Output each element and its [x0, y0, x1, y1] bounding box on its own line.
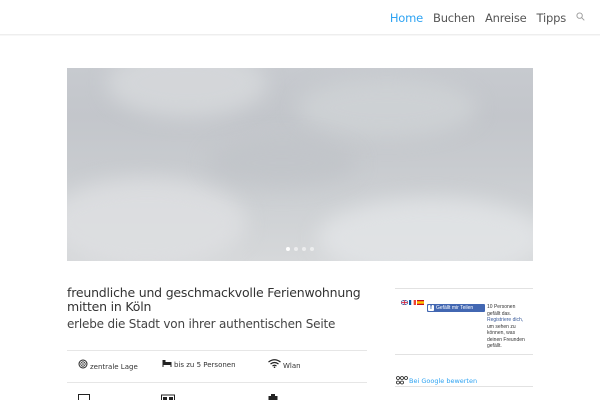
google-review-icon [396, 372, 408, 390]
bed-icon [162, 359, 172, 369]
bag-icon [268, 391, 278, 400]
nav-item-tipps[interactable]: Tipps [537, 11, 567, 25]
slider-pagination [67, 247, 533, 251]
sidebar-divider [395, 386, 533, 387]
divider [67, 382, 367, 383]
slider-image-cloud [107, 68, 267, 118]
feature-label: zentrale Lage [90, 363, 138, 371]
flag-es-icon[interactable] [417, 292, 424, 305]
facebook-register-link[interactable]: Registriere dich, [487, 317, 523, 323]
facebook-like-rest: um sehen zu können, was deinen Freunden … [487, 323, 525, 350]
tv-icon [78, 391, 90, 400]
facebook-icon: f [428, 305, 434, 311]
slider-dot[interactable] [310, 247, 314, 251]
flag-fr-icon[interactable] [409, 292, 416, 305]
slider-dot[interactable] [286, 247, 290, 251]
nav-item-anreise[interactable]: Anreise [485, 11, 527, 25]
facebook-like-text: 10 Personen gefällt das. Registriere dic… [487, 304, 527, 350]
feature-location: zentrale Lage [78, 359, 138, 371]
search-icon[interactable] [576, 11, 588, 24]
page-title: freundliche und geschmackvolle Ferienwoh… [67, 285, 361, 314]
main-nav: Home Buchen Anreise Tipps [380, 0, 600, 35]
slider-image-cloud [207, 138, 357, 188]
hero-slider[interactable] [67, 68, 533, 261]
slider-dot[interactable] [302, 247, 306, 251]
feature-label: bis zu 5 Personen [174, 361, 236, 369]
slider-dot[interactable] [294, 247, 298, 251]
nav-item-buchen[interactable]: Buchen [433, 11, 475, 25]
facebook-like-count: 10 Personen gefällt das. [487, 304, 516, 317]
divider [67, 350, 367, 351]
slider-image-cloud [297, 78, 477, 138]
location-icon [78, 359, 88, 371]
feature-wifi: Wlan [268, 359, 301, 370]
feature-label: Wlan [283, 362, 301, 370]
nav-item-home[interactable]: Home [390, 11, 423, 25]
slider-image-cloud [317, 198, 533, 261]
feature-persons: bis zu 5 Personen [162, 359, 236, 369]
facebook-button-label: Gefällt mir Teilen [436, 305, 474, 311]
site-header: Home Buchen Anreise Tipps [0, 0, 600, 35]
sidebar-divider [395, 288, 533, 289]
kitchen-icon [161, 391, 175, 400]
language-switcher [400, 292, 424, 306]
wifi-icon [268, 359, 281, 370]
facebook-like-button[interactable]: f Gefällt mir Teilen [427, 304, 485, 312]
sidebar-divider [395, 354, 533, 355]
page-subtitle: erlebe die Stadt von ihrer authentischen… [67, 317, 336, 331]
google-review-link[interactable]: Bei Google bewerten [409, 377, 477, 385]
flag-uk-icon[interactable] [400, 292, 409, 306]
